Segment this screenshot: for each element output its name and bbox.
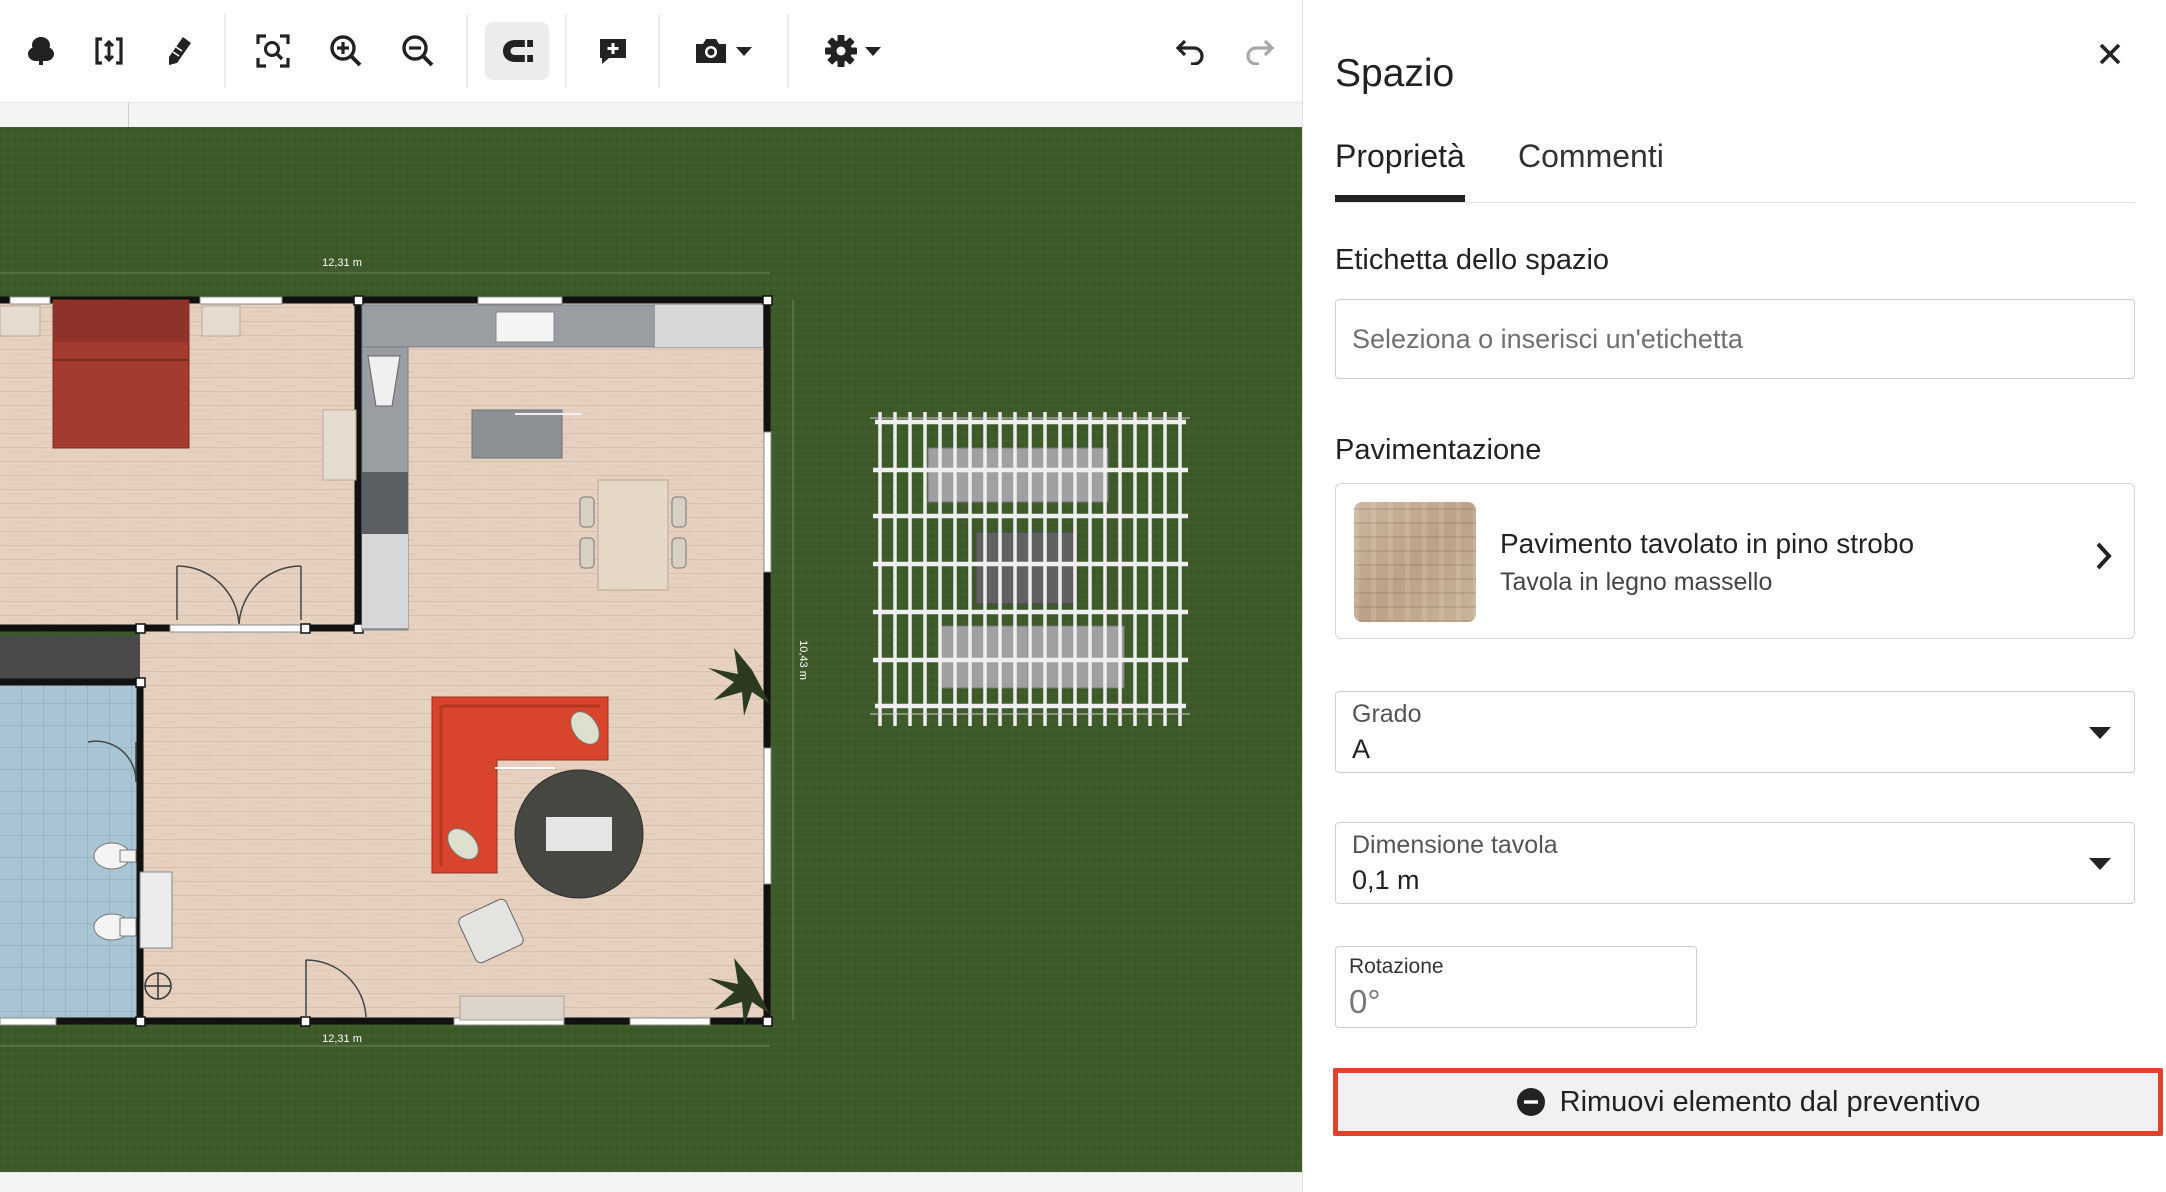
zoom-fit-icon bbox=[256, 34, 290, 68]
chevron-down-icon bbox=[865, 47, 881, 56]
zoom-in-icon bbox=[330, 35, 362, 67]
top-ruler bbox=[0, 103, 1302, 128]
chevron-right-icon bbox=[2096, 542, 2112, 570]
remove-from-estimate-button[interactable]: Rimuovi elemento dal preventivo bbox=[1333, 1068, 2163, 1136]
toolbar-separator bbox=[565, 14, 567, 88]
flooring-thumbnail bbox=[1354, 502, 1476, 622]
close-panel-button[interactable] bbox=[2090, 34, 2130, 74]
floor-plan-drawing[interactable]: 12,31 m 12,31 m 10,43 m bbox=[0, 127, 1302, 1172]
bottom-ruler bbox=[0, 1172, 1302, 1192]
grade-select[interactable]: Grado A bbox=[1335, 691, 2135, 773]
pergola[interactable] bbox=[870, 412, 1190, 726]
hallway-floor bbox=[0, 636, 140, 682]
measure-tool-button[interactable] bbox=[158, 22, 200, 80]
board-size-select-label: Dimensione tavola bbox=[1352, 831, 1558, 859]
tree-tool-button[interactable] bbox=[20, 22, 62, 80]
flooring-heading: Pavimentazione bbox=[1335, 434, 1542, 466]
toolbar-separator bbox=[787, 14, 789, 88]
canvas-toolbar bbox=[0, 0, 1302, 103]
add-comment-button[interactable] bbox=[592, 22, 634, 80]
board-size-select-value: 0,1 m bbox=[1352, 865, 1420, 895]
magnet-icon bbox=[503, 40, 533, 62]
toolbar-separator bbox=[224, 14, 226, 88]
settings-menu-button[interactable] bbox=[818, 22, 888, 80]
properties-panel: Spazio Proprietà Commenti Etichetta dell… bbox=[1302, 0, 2166, 1192]
camera-menu-button[interactable] bbox=[688, 22, 758, 80]
kitchen-floor[interactable] bbox=[358, 300, 767, 628]
minus-circle-icon bbox=[1516, 1088, 1545, 1116]
undo-icon bbox=[1175, 39, 1204, 65]
caret-down-icon bbox=[2089, 858, 2111, 870]
rotation-input[interactable]: Rotazione 0° bbox=[1335, 946, 1697, 1028]
panel-tabs: Proprietà Commenti bbox=[1335, 132, 2135, 203]
rotation-input-label: Rotazione bbox=[1349, 955, 1444, 978]
floor-plan-canvas-area: 12,31 m 12,31 m 10,43 m bbox=[0, 0, 1302, 1192]
camera-icon bbox=[696, 39, 726, 63]
measure-pencil-icon bbox=[169, 37, 191, 65]
caret-down-icon bbox=[2089, 727, 2111, 739]
settings-icon bbox=[825, 35, 857, 67]
zoom-fit-button[interactable] bbox=[252, 22, 294, 80]
zoom-in-button[interactable] bbox=[325, 22, 367, 80]
dimension-label-bottom: 12,31 m bbox=[322, 1033, 362, 1045]
dimension-label-right: 10,43 m bbox=[797, 640, 809, 680]
coffee-table[interactable] bbox=[514, 769, 644, 899]
tab-comments[interactable]: Commenti bbox=[1518, 138, 1664, 195]
add-comment-icon bbox=[600, 39, 626, 64]
tab-properties[interactable]: Proprietà bbox=[1335, 138, 1465, 202]
dimension-label-top: 12,31 m bbox=[322, 257, 362, 269]
rotation-input-value: 0° bbox=[1349, 983, 1381, 1020]
dimension-tool-button[interactable] bbox=[88, 22, 130, 80]
kitchen-island[interactable] bbox=[471, 409, 563, 459]
flooring-name: Pavimento tavolato in pino strobo bbox=[1500, 528, 1915, 559]
tree-icon bbox=[28, 37, 54, 65]
panel-title: Spazio bbox=[1335, 52, 1455, 95]
remove-from-estimate-label: Rimuovi elemento dal preventivo bbox=[1559, 1085, 1981, 1118]
redo-button[interactable] bbox=[1238, 22, 1280, 80]
space-label-input[interactable] bbox=[1335, 299, 2135, 379]
chevron-down-icon bbox=[736, 47, 752, 56]
tv-cabinet[interactable] bbox=[459, 995, 565, 1021]
ruler-tick bbox=[128, 103, 129, 127]
flooring-selector-card[interactable]: Pavimento tavolato in pino strobo Tavola… bbox=[1335, 483, 2135, 639]
grade-select-value: A bbox=[1352, 734, 1371, 764]
redo-icon bbox=[1246, 39, 1275, 65]
undo-button[interactable] bbox=[1170, 22, 1212, 80]
wardrobe[interactable] bbox=[322, 409, 357, 481]
grade-select-label: Grado bbox=[1352, 700, 1422, 728]
board-size-select[interactable]: Dimensione tavola 0,1 m bbox=[1335, 822, 2135, 904]
toolbar-separator bbox=[466, 14, 468, 88]
zoom-out-button[interactable] bbox=[397, 22, 439, 80]
flooring-description: Tavola in legno massello bbox=[1500, 568, 1773, 596]
snap-magnet-button[interactable] bbox=[485, 22, 549, 80]
dimension-icon bbox=[95, 37, 123, 65]
close-icon bbox=[2099, 43, 2121, 65]
zoom-out-icon bbox=[402, 35, 434, 67]
space-label-heading: Etichetta dello spazio bbox=[1335, 244, 1610, 276]
toolbar-separator bbox=[658, 14, 660, 88]
